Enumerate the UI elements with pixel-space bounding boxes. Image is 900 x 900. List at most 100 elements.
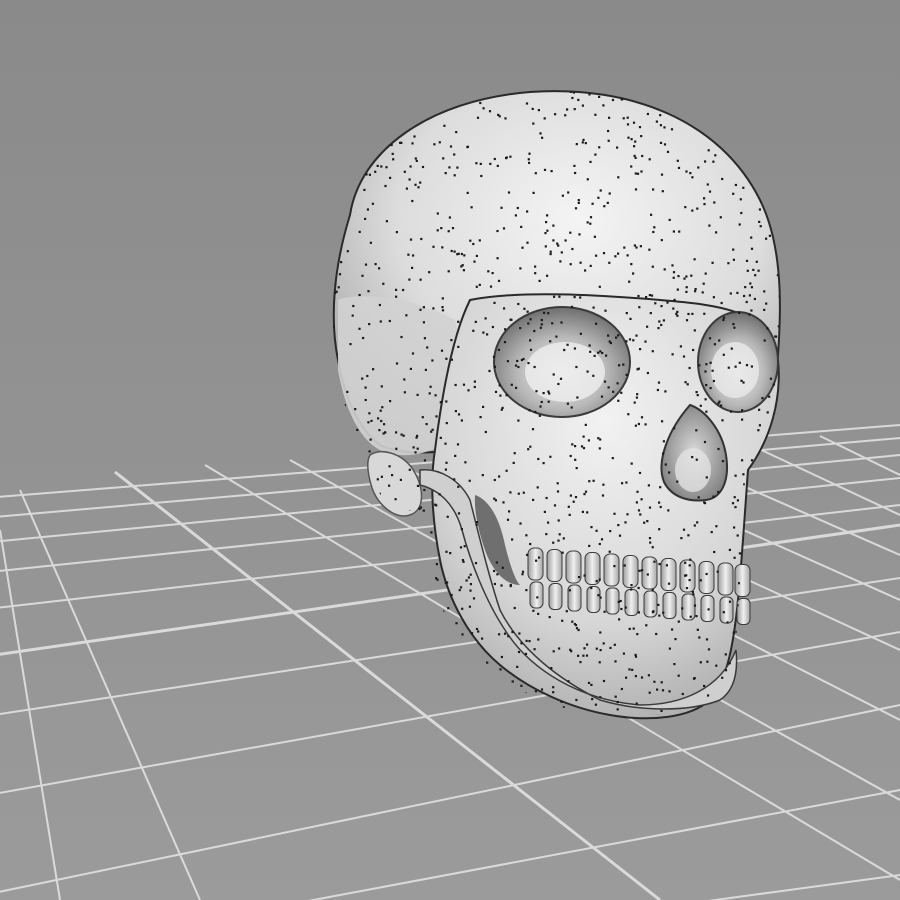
vertex-point xyxy=(584,490,588,493)
vertex-point xyxy=(445,422,448,425)
vertex-point xyxy=(512,461,515,464)
lower-tooth xyxy=(529,581,544,609)
vertex-point xyxy=(628,627,631,630)
vertex-point xyxy=(407,253,410,256)
vertex-point xyxy=(750,247,754,250)
vertex-point xyxy=(616,382,619,385)
viewport-canvas[interactable] xyxy=(0,0,900,900)
vertex-point xyxy=(493,301,496,304)
vertex-point xyxy=(715,525,718,528)
vertex-point xyxy=(627,136,630,139)
vertex-point xyxy=(598,95,601,98)
vertex-point xyxy=(368,323,371,326)
vertex-point xyxy=(461,633,464,636)
vertex-point xyxy=(579,261,582,264)
lower-tooth xyxy=(736,598,751,625)
vertex-point xyxy=(422,306,425,309)
vertex-point xyxy=(392,158,395,161)
vertex-point xyxy=(467,576,470,579)
vertex-point xyxy=(602,679,606,683)
lower-tooth xyxy=(662,592,677,619)
vertex-point xyxy=(545,533,548,536)
vertex-point xyxy=(461,264,464,267)
vertex-point xyxy=(570,305,574,308)
vertex-point xyxy=(557,519,560,522)
vertex-point xyxy=(549,253,552,256)
vertex-point xyxy=(680,537,683,540)
vertex-point xyxy=(379,409,382,412)
vertex-point xyxy=(718,339,721,342)
vertex-point xyxy=(666,301,669,304)
vertex-point xyxy=(584,423,587,426)
vertex-point xyxy=(450,358,453,361)
vertex-point xyxy=(580,445,584,448)
vertex-point xyxy=(472,242,475,246)
vertex-point xyxy=(676,314,679,317)
vertex-point xyxy=(593,354,596,357)
vertex-point xyxy=(486,333,489,336)
vertex-point xyxy=(588,480,591,483)
vertex-point xyxy=(583,647,586,650)
vertex-point xyxy=(417,186,420,189)
vertex-point xyxy=(597,351,600,354)
vertex-point xyxy=(696,394,699,397)
vertex-point xyxy=(522,357,525,361)
vertex-point xyxy=(434,394,437,397)
vertex-point xyxy=(544,232,547,235)
3d-viewport[interactable] xyxy=(0,0,900,900)
vertex-point xyxy=(698,364,701,367)
vertex-point xyxy=(469,583,472,586)
vertex-point xyxy=(733,556,736,559)
vertex-point xyxy=(543,311,546,314)
vertex-point xyxy=(639,513,642,516)
vertex-point xyxy=(389,176,392,179)
vertex-point xyxy=(637,422,640,426)
vertex-point xyxy=(489,162,492,165)
vertex-point xyxy=(337,286,340,289)
vertex-point xyxy=(722,353,725,356)
upper-tooth xyxy=(527,547,544,581)
vertex-point xyxy=(717,447,720,451)
vertex-point xyxy=(419,181,422,184)
vertex-point xyxy=(503,307,506,310)
vertex-point xyxy=(592,374,595,377)
vertex-point xyxy=(335,290,338,293)
vertex-point xyxy=(496,164,499,167)
vertex-point xyxy=(447,270,450,273)
vertex-point xyxy=(697,496,700,499)
vertex-point xyxy=(550,170,553,173)
lower-tooth xyxy=(605,587,620,615)
vertex-point xyxy=(684,381,687,384)
vertex-point xyxy=(657,603,660,606)
vertex-point xyxy=(528,152,531,155)
vertex-point xyxy=(625,481,628,484)
vertex-point xyxy=(663,268,666,271)
vertex-point xyxy=(475,162,478,165)
vertex-point xyxy=(491,272,494,275)
vertex-point xyxy=(597,594,600,597)
vertex-point xyxy=(395,231,398,234)
vertex-point xyxy=(640,569,644,572)
vertex-point xyxy=(574,207,578,210)
vertex-point xyxy=(763,308,766,311)
vertex-point xyxy=(446,515,449,518)
vertex-point xyxy=(457,320,460,323)
vertex-point xyxy=(566,108,569,111)
vertex-point xyxy=(673,663,676,666)
vertex-point xyxy=(646,112,649,116)
vertex-point xyxy=(732,258,735,261)
vertex-point xyxy=(573,347,576,350)
vertex-point xyxy=(714,154,717,157)
vertex-point xyxy=(768,395,771,398)
vertex-point xyxy=(581,510,584,513)
vertex-point xyxy=(645,296,648,299)
vertex-point xyxy=(651,546,654,549)
vertex-point xyxy=(618,534,622,537)
vertex-point xyxy=(566,402,569,405)
vertex-point xyxy=(519,327,522,330)
vertex-point xyxy=(741,459,744,462)
upper-tooth xyxy=(546,549,563,582)
vertex-point xyxy=(586,178,589,181)
vertex-point xyxy=(672,271,676,274)
vertex-point xyxy=(435,415,438,418)
